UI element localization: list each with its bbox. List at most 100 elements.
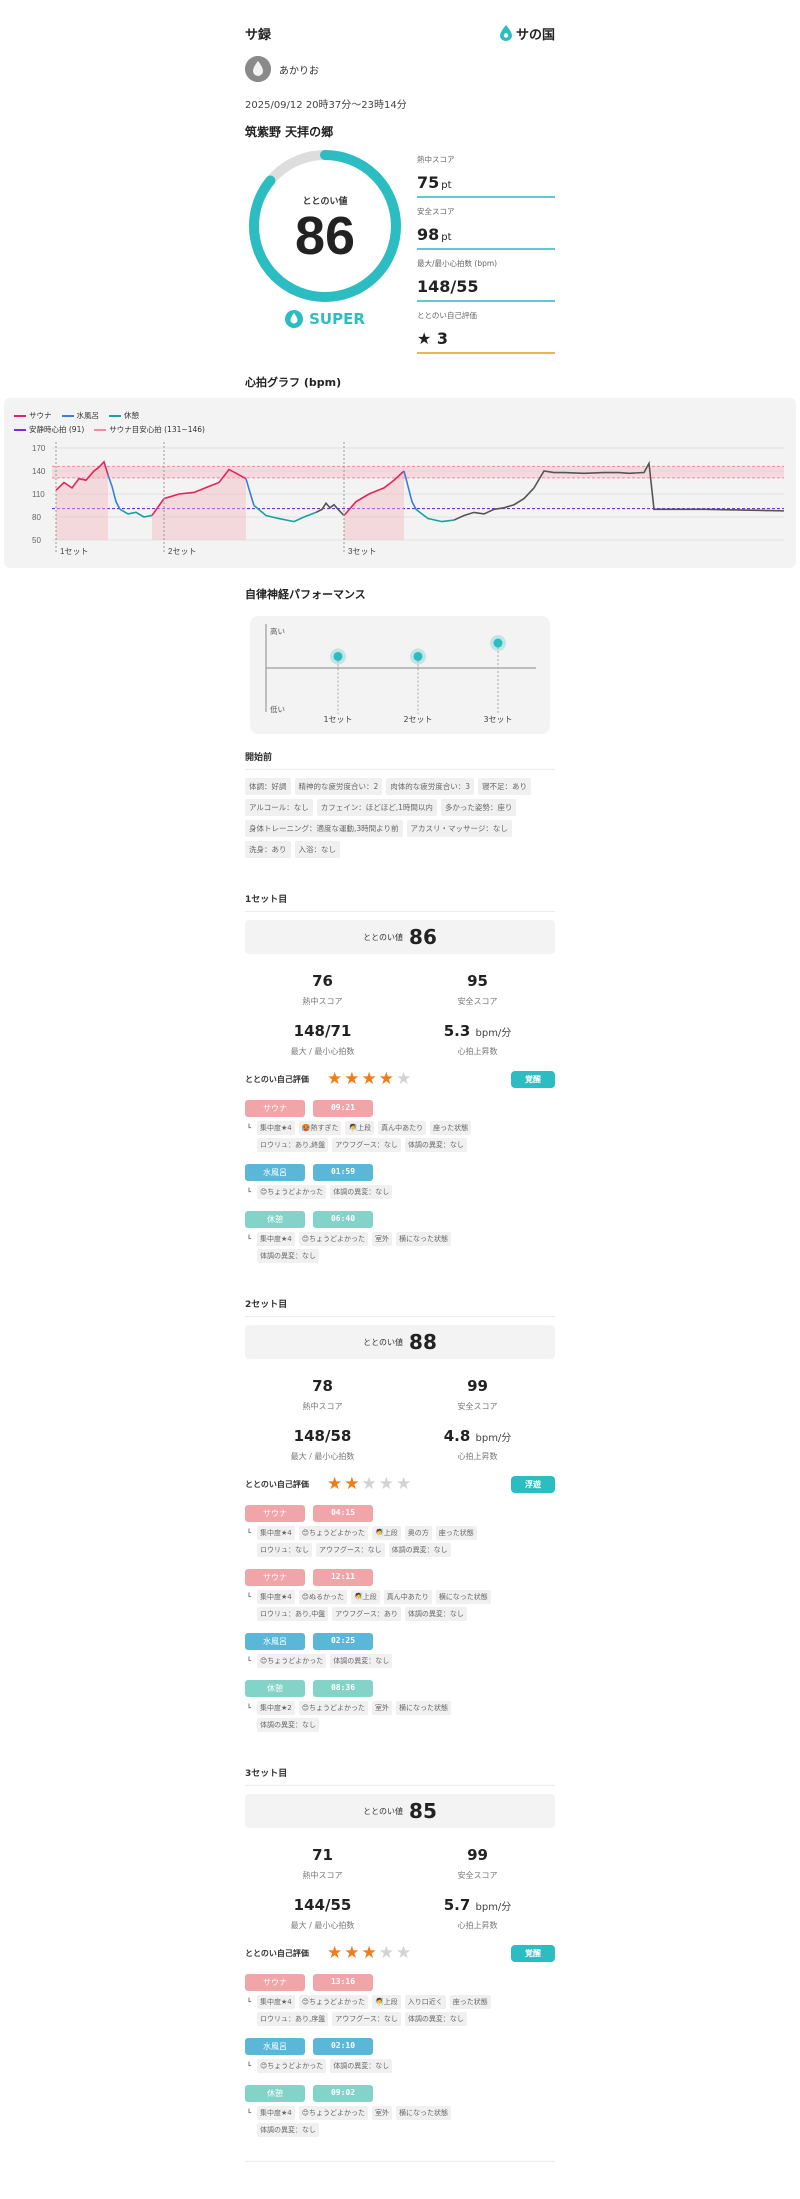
set-totonoi-label: ととのい値 [363,1806,404,1816]
star-filled-icon: ★ [344,1068,360,1089]
detail-chip: 横になった状態 [396,1701,452,1715]
detail-chip: 体調の異変：なし [257,1249,319,1263]
detail-chip: 集中度★4 [257,1121,295,1135]
metric-number: ★ 3 [417,329,449,348]
stat-value-row: 148/71 [245,1022,400,1040]
user-row[interactable]: あかりお [245,56,555,82]
detail-chip: 横になった状態 [396,1232,452,1246]
stat-cell: 5.7 bpm/分 心拍上昇数 [400,1884,555,1934]
indent-arrow-icon: ┗ [246,1704,252,1712]
detail-chip: 座った状態 [435,1526,477,1540]
phase-block: 水風呂 02:25 ┗ 😊ちょうどよかった 体調の異変：なし [245,1633,555,1668]
user-name: あかりお [279,65,319,77]
metric-value: ★ 3 [417,329,555,348]
phase-details: ┗ 集中度★4 😊ぬるかった 🧖上段 真ん中あたり 横になった状態 ロウリュ：あり,中盤 アウ… [245,1590,555,1621]
detail-chip: 😊ぬるかった [298,1590,348,1604]
phase-header: 休憩 06:40 [245,1211,555,1228]
detail-chip: 体調の異変：なし [404,1607,467,1621]
star-rating: ★ ★ ★ ★ ★ [327,1068,411,1089]
phase-block: 水風呂 01:59 ┗ 😊ちょうどよかった 体調の異変：なし [245,1164,555,1199]
detail-chip: 体調の異変：なし [388,1543,451,1557]
stat-value: 148/58 [293,1427,352,1445]
condition-chip: アルコール：なし [245,799,313,816]
heart-rate-graph[interactable]: サウナ 水風呂 休憩 安静時心拍 (91) サウナ目安心拍 (131~146) … [4,398,796,568]
detail-chip: 体調の異変：なし [404,1138,467,1152]
divider [245,911,555,912]
indent-arrow-icon: ┗ [246,1124,252,1132]
summary-hero: ととのい値 86 SUPER 熱中スコア 75 pt 安全スコア 98 pt 最大/最小心拍… [245,148,555,360]
self-eval-row: ととのい自己評価 ★ ★ ★ ★ ★ 浮遊 [245,1475,555,1493]
metric-card: 最大/最小心拍数 (bpm) 148/55 [417,256,555,308]
stat-value-row: 78 [245,1377,400,1395]
detail-chip: ロウリュ：あり,序盤 [257,2012,329,2026]
phase-header: 休憩 08:36 [245,1680,555,1697]
phase-detail-row: ┗ 集中度★4 🥵熱すぎた 🧖上段 真ん中あたり 座った状態 [245,1121,555,1135]
brand-logo[interactable]: サの国 [499,24,555,43]
hr-series-line [119,508,153,518]
star-filled-icon: ★ [344,1942,360,1963]
phase-details: ┗ 😊ちょうどよかった 体調の異変：なし [245,1654,555,1668]
set-totonoi-box: ととのい値 88 [245,1325,555,1359]
stat-value: 99 [467,1846,488,1864]
self-eval-label: ととのい自己評価 [245,1948,309,1958]
detail-chip: 😊ちょうどよかった [257,1185,327,1199]
star-filled-icon: ★ [327,1942,343,1963]
set-section: 3セット目 ととのい値 85 71 熱中スコア 99 安全スコア 144/55 最大 / 最小心… [245,1766,555,2137]
y-label-low: 低い [270,704,285,714]
set-stats: 78 熱中スコア 99 安全スコア 148/58 最大 / 最小心拍数 4.8 bpm/分心… [245,1365,555,1465]
stat-unit: bpm/分 [475,1433,512,1444]
detail-chip: 🧖上段 [351,1590,380,1604]
stat-label: 熱中スコア [302,997,343,1006]
session-date: 2025/09/12 20時37分〜23時14分 [245,100,407,111]
phase-block: サウナ 09:21 ┗ 集中度★4 🥵熱すぎた 🧖上段 真ん中あたり 座った状態 ロウリュ：あり… [245,1100,555,1152]
hr-series-line [245,478,255,506]
stat-cell: 95 安全スコア [400,960,555,1010]
stat-cell: 78 熱中スコア [245,1365,400,1415]
stat-value-row: 4.8 bpm/分 [400,1427,555,1445]
stat-label: 心拍上昇数 [457,1452,498,1461]
set-section: 1セット目 ととのい値 86 76 熱中スコア 95 安全スコア 148/71 最大 / 最小心… [245,892,555,1263]
pre-conditions: 体調：好調 精神的な疲労度合い：2 肉体的な疲労度合い：3 寝不足：あり アルコール：な… [245,778,555,858]
autonomic-chart: 高い 低い 1セット 2セット 3セット [250,616,550,734]
star-filled-icon: ★ [378,1068,394,1089]
phase-duration-tag: 02:25 [313,1633,373,1650]
detail-chip: 座った状態 [430,1121,472,1135]
phase-type-tag: 休憩 [245,1680,305,1697]
condition-chip: 身体トレーニング：適度な運動,3時間より前 [245,820,403,837]
divider [245,1316,555,1317]
stat-cell: 99 安全スコア [400,1365,555,1415]
facility-name[interactable]: 筑紫野 天拝の郷 [245,123,555,140]
detail-chip: 体調の異変：なし [330,2059,393,2073]
condition-chip: アカスリ・マッサージ：なし [406,820,512,837]
phase-type-tag: 水風呂 [245,1633,305,1650]
phase-details: ┗ 集中度★4 😊ちょうどよかった 🧖上段 入り口近く 座った状態 ロウリュ：あり,序盤 アウ… [245,1995,555,2026]
metric-label: 熱中スコア [417,155,455,164]
metric-underline [417,300,555,302]
stat-label: 最大 / 最小心拍数 [290,1452,355,1461]
detail-chip: 😊ちょうどよかった [257,1654,327,1668]
phase-duration-tag: 13:16 [313,1974,373,1991]
user-avatar-icon [245,56,271,82]
stat-cell: 76 熱中スコア [245,960,400,1010]
stat-value: 99 [467,1377,488,1395]
phase-block: サウナ 04:15 ┗ 集中度★4 😊ちょうどよかった 🧖上段 奥の方 座った状態 ロウリュ：な… [245,1505,555,1557]
phase-header: 水風呂 02:10 [245,2038,555,2055]
condition-chip: 入浴：なし [294,841,340,858]
detail-chip: アウフグース：なし [332,1138,401,1152]
detail-chip: 体調の異変：なし [330,1185,393,1199]
stat-value-row: 5.3 bpm/分 [400,1022,555,1040]
detail-chip: 体調の異変：なし [330,1654,393,1668]
detail-chip: 🧖上段 [345,1121,375,1135]
phase-details: ┗ 集中度★4 😊ちょうどよかった 室外 横になった状態 体調の異変：なし [245,2106,555,2137]
indent-arrow-icon: ┗ [246,1235,252,1243]
metric-value: 148/55 [417,277,555,296]
star-filled-icon: ★ [327,1068,343,1089]
phase-duration-tag: 12:11 [313,1569,373,1586]
detail-chip: 体調の異変：なし [257,2123,319,2137]
detail-chip: 😊ちょうどよかった [298,2106,369,2120]
pre-title: 開始前 [245,753,273,763]
detail-chip: 横になった状態 [396,2106,452,2120]
set-totonoi-box: ととのい値 85 [245,1794,555,1828]
metric-number: 75 [417,173,440,192]
detail-chip: 集中度★2 [257,1701,295,1715]
